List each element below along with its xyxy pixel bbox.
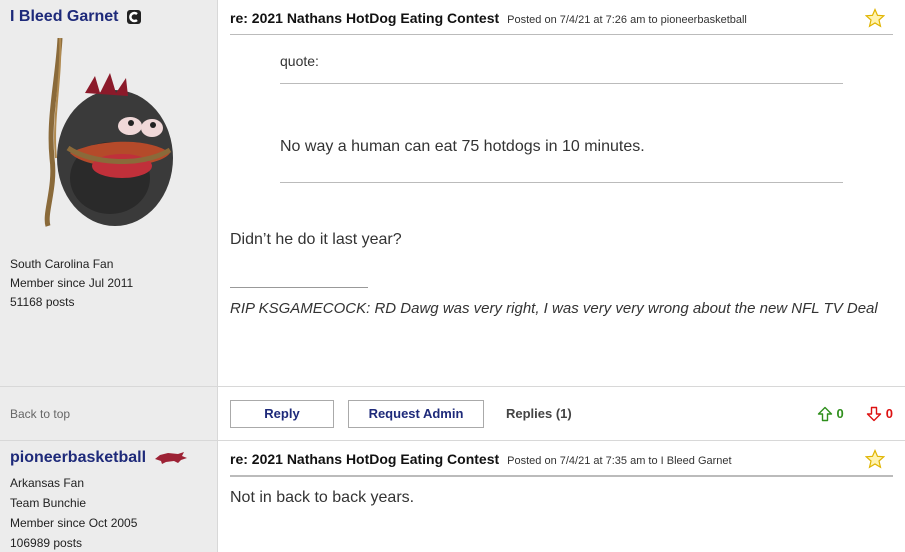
author-meta: South Carolina Fan Member since Jul 2011… — [10, 255, 207, 312]
action-buttons: Reply Request Admin Replies (1) 0 0 — [218, 387, 905, 440]
post-body: Didn’t he do it last year? — [230, 231, 402, 248]
reply-button[interactable]: Reply — [230, 399, 334, 428]
author-member-since: Member since Oct 2005 — [10, 516, 138, 530]
author-panel: I Bleed Garnet South Carolina Fan Member… — [0, 0, 218, 386]
request-admin-button[interactable]: Request Admin — [348, 399, 484, 428]
quote-block: quote: No way a human can eat 75 hotdogs… — [280, 53, 843, 183]
username-link[interactable]: pioneerbasketball — [10, 449, 146, 467]
upvote-count: 0 — [836, 406, 844, 421]
post-header: re: 2021 Nathans HotDog Eating Contest P… — [230, 449, 893, 477]
author-team: South Carolina Fan — [10, 257, 114, 271]
post-content: re: 2021 Nathans HotDog Eating Contest P… — [218, 441, 905, 552]
post-title[interactable]: re: 2021 Nathans HotDog Eating Contest — [230, 451, 499, 467]
post-content: re: 2021 Nathans HotDog Eating Contest P… — [218, 0, 905, 386]
downvote-count: 0 — [885, 406, 893, 421]
post-title[interactable]: re: 2021 Nathans HotDog Eating Contest — [230, 10, 499, 26]
author-team: Arkansas Fan — [10, 476, 85, 490]
avatar — [44, 37, 173, 227]
star-icon[interactable] — [865, 8, 885, 28]
author-post-count: 106989 posts — [10, 536, 83, 550]
post-timestamp[interactable]: Posted on 7/4/21 at 7:26 am to pioneerba… — [507, 14, 747, 26]
upvote-button[interactable]: 0 — [817, 406, 844, 422]
razorback-logo-icon — [155, 452, 188, 464]
author-post-count: 51168 posts — [10, 295, 75, 309]
back-to-top-link[interactable]: Back to top — [10, 407, 70, 421]
signature: RIP KSGAMECOCK: RD Dawg was very right, … — [230, 300, 878, 317]
downvote-button[interactable]: 0 — [866, 406, 893, 422]
post-timestamp[interactable]: Posted on 7/4/21 at 7:35 am to I Bleed G… — [507, 455, 731, 467]
author-username: I Bleed Garnet — [10, 8, 207, 26]
post-action-bar: Back to top Reply Request Admin Replies … — [0, 387, 905, 441]
arrow-up-icon — [817, 406, 832, 421]
vote-controls: 0 0 — [795, 406, 893, 422]
replies-link[interactable]: Replies (1) — [506, 406, 572, 421]
author-member-since: Member since Jul 2011 — [10, 276, 134, 290]
username-link[interactable]: I Bleed Garnet — [10, 8, 118, 26]
post-1: I Bleed Garnet South Carolina Fan Member… — [0, 0, 905, 387]
quote-text: No way a human can eat 75 hotdogs in 10 … — [280, 84, 843, 183]
post-header: re: 2021 Nathans HotDog Eating Contest P… — [230, 8, 893, 35]
author-subtitle: Team Bunchie — [10, 496, 87, 510]
author-meta: Arkansas Fan Team Bunchie Member since O… — [10, 473, 207, 552]
author-panel: pioneerbasketball Arkansas Fan Team Bunc… — [0, 441, 218, 552]
star-icon[interactable] — [865, 449, 885, 469]
gamecocks-logo-icon — [127, 10, 142, 24]
arrow-down-icon — [866, 406, 881, 421]
quote-label: quote: — [280, 53, 843, 84]
post-body: Not in back to back years. — [230, 489, 415, 506]
signature-divider — [230, 287, 368, 288]
post-2: pioneerbasketball Arkansas Fan Team Bunc… — [0, 441, 905, 552]
back-to-top-cell: Back to top — [0, 387, 218, 440]
author-username: pioneerbasketball — [10, 449, 207, 467]
